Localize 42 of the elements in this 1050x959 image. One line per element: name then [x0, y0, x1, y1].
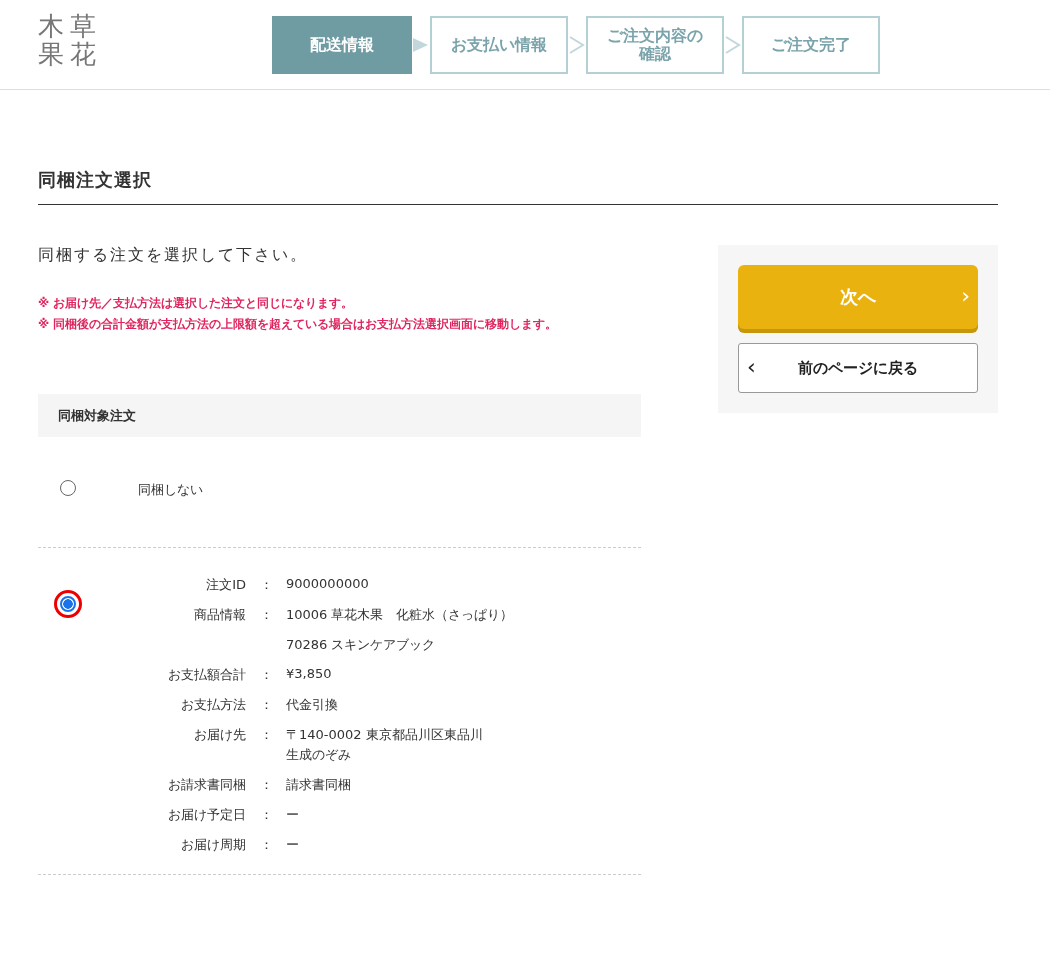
page-heading: 同梱注文選択	[38, 168, 998, 205]
chevron-right-icon: ›	[961, 283, 970, 308]
field-value: 請求書同梱	[286, 776, 351, 794]
colon: ：	[258, 696, 274, 714]
instruction-text: 同梱する注文を選択して下さい。	[38, 245, 309, 266]
colon: ：	[258, 576, 274, 594]
colon: ：	[258, 606, 274, 624]
chevron-left-icon: ‹	[747, 354, 756, 379]
progress-step: ご注文完了	[742, 15, 880, 74]
field-label: 商品情報	[193, 606, 246, 624]
field-value: 10006 草花木果 化粧水（さっぱり）	[286, 606, 514, 624]
section-header: 同梱対象注文	[38, 394, 641, 437]
field-label: 注文ID	[205, 576, 246, 594]
field-value: 70286 スキンケアブック	[286, 636, 437, 654]
back-button[interactable]: ‹ 前のページに戻る	[738, 343, 978, 393]
colon: ：	[258, 836, 274, 854]
option-label: 同梱しない	[138, 481, 203, 499]
progress-step: ご注文内容の確認	[586, 15, 724, 74]
progress-step: お支払い情報	[430, 15, 568, 74]
field-value: ¥3,850	[286, 666, 332, 681]
progress-step: 配送情報	[272, 15, 412, 74]
field-value: ー	[286, 836, 299, 854]
field-label: お届け周期	[180, 836, 246, 854]
colon: ：	[258, 776, 274, 794]
field-value: 生成のぞみ	[286, 746, 352, 764]
field-value: 〒140-0002 東京都品川区東品川	[286, 726, 483, 744]
logo: 木 草 果 花	[38, 12, 96, 67]
chevron-right-icon	[569, 34, 585, 55]
colon: ：	[258, 726, 274, 744]
field-label: お請求書同梱	[167, 776, 246, 794]
field-value: ー	[286, 806, 299, 824]
field-label: お支払方法	[180, 696, 246, 714]
warning-note: ※ お届け先／支払方法は選択した注文と同じになります。	[38, 296, 355, 311]
field-label: お届け先	[193, 726, 246, 744]
field-value: 9000000000	[286, 576, 369, 591]
warning-note: ※ 同梱後の合計金額が支払方法の上限額を超えている場合はお支払方法選択画面に移動します。	[38, 317, 559, 332]
field-label: お支払額合計	[167, 666, 246, 684]
chevron-right-icon	[725, 34, 741, 55]
colon: ：	[258, 666, 274, 684]
field-value: 代金引換	[286, 696, 338, 714]
colon: ：	[258, 806, 274, 824]
field-label: お届け予定日	[167, 806, 246, 824]
